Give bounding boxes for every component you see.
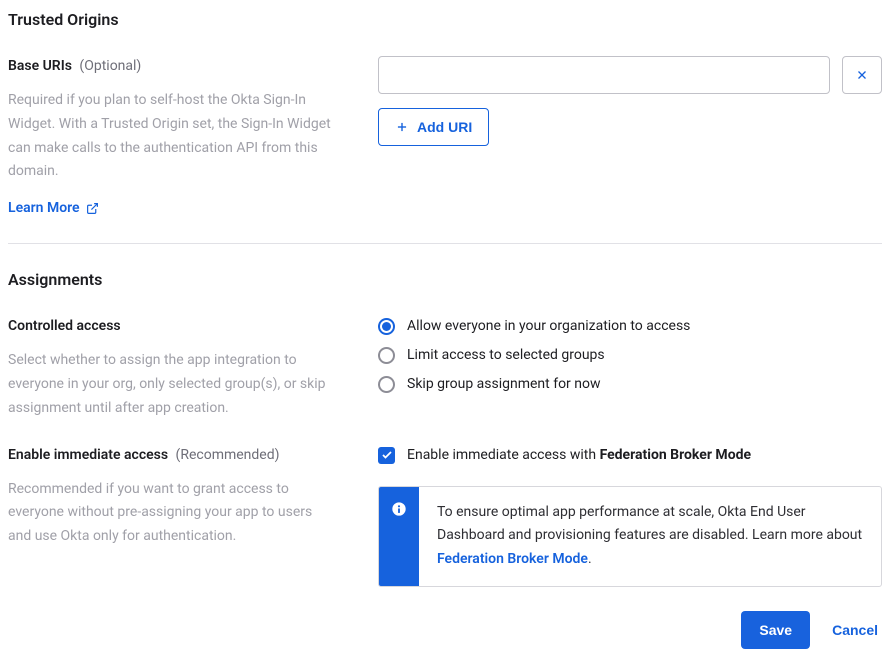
controlled-access-desc: Select whether to assign the app integra…: [8, 349, 338, 420]
checkbox-label: Enable immediate access with Federation …: [407, 445, 751, 466]
base-uris-desc: Required if you plan to self-host the Ok…: [8, 89, 338, 184]
radio-label: Limit access to selected groups: [407, 345, 605, 366]
radio-icon: [378, 347, 395, 364]
divider: [8, 243, 882, 244]
close-icon: [855, 68, 869, 82]
trusted-origins-title: Trusted Origins: [8, 8, 882, 32]
immediate-access-recommended: (Recommended): [176, 447, 280, 463]
access-option-skip[interactable]: Skip group assignment for now: [378, 374, 882, 395]
radio-icon: [378, 318, 395, 335]
info-icon: [391, 501, 407, 517]
info-text: To ensure optimal app performance at sca…: [419, 487, 881, 586]
federation-broker-link[interactable]: Federation Broker Mode: [437, 551, 588, 567]
immediate-access-desc: Recommended if you want to grant access …: [8, 478, 338, 549]
plus-icon: [395, 120, 409, 134]
cancel-button[interactable]: Cancel: [828, 622, 882, 638]
info-panel: To ensure optimal app performance at sca…: [378, 486, 882, 587]
base-uris-label: Base URIs: [8, 58, 72, 74]
external-link-icon: [86, 202, 99, 215]
learn-more-link[interactable]: Learn More: [8, 198, 99, 219]
immediate-access-label: Enable immediate access: [8, 447, 168, 463]
add-uri-button[interactable]: Add URI: [378, 108, 489, 146]
assignments-title: Assignments: [8, 268, 882, 292]
access-option-everyone[interactable]: Allow everyone in your organization to a…: [378, 316, 882, 337]
access-option-groups[interactable]: Limit access to selected groups: [378, 345, 882, 366]
remove-uri-button[interactable]: [842, 56, 882, 94]
base-uris-optional: (Optional): [79, 58, 141, 74]
controlled-access-label: Controlled access: [8, 318, 121, 334]
learn-more-text: Learn More: [8, 198, 80, 219]
save-button[interactable]: Save: [741, 611, 810, 649]
immediate-access-checkbox[interactable]: Enable immediate access with Federation …: [378, 445, 882, 466]
base-uri-input[interactable]: [378, 56, 830, 94]
radio-label: Allow everyone in your organization to a…: [407, 316, 690, 337]
add-uri-label: Add URI: [417, 119, 472, 135]
radio-label: Skip group assignment for now: [407, 374, 601, 395]
checkbox-checked-icon: [378, 447, 395, 464]
radio-icon: [378, 376, 395, 393]
